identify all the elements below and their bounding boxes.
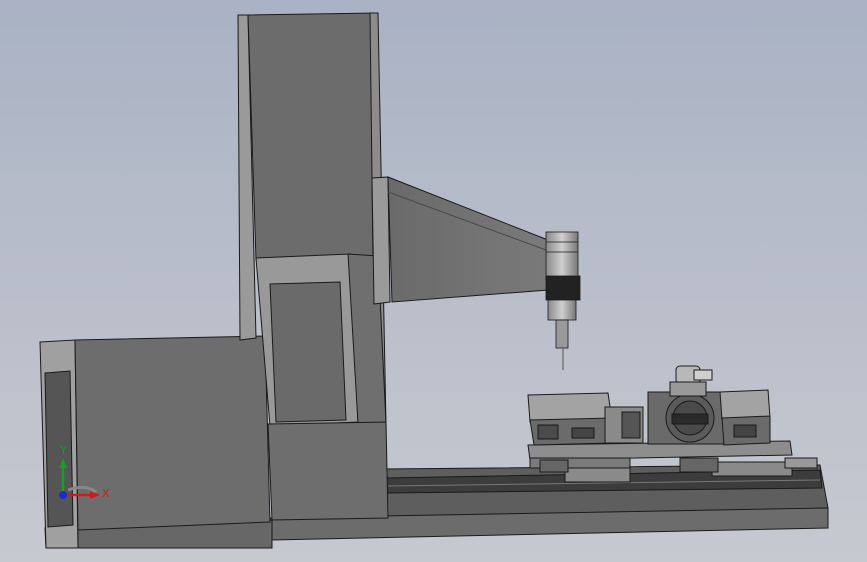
cantilever-arm [371, 176, 549, 305]
left-cabinet [39, 335, 271, 549]
fixture-right [719, 389, 771, 446]
rotary-unit [647, 365, 727, 445]
axis-label-y: Y [59, 444, 67, 457]
cad-viewport[interactable]: Y X [0, 0, 867, 562]
spindle-probe [545, 231, 581, 370]
axis-label-x: X [102, 487, 110, 500]
fixture-left [527, 392, 644, 446]
machine-model: Y X [39, 12, 829, 549]
